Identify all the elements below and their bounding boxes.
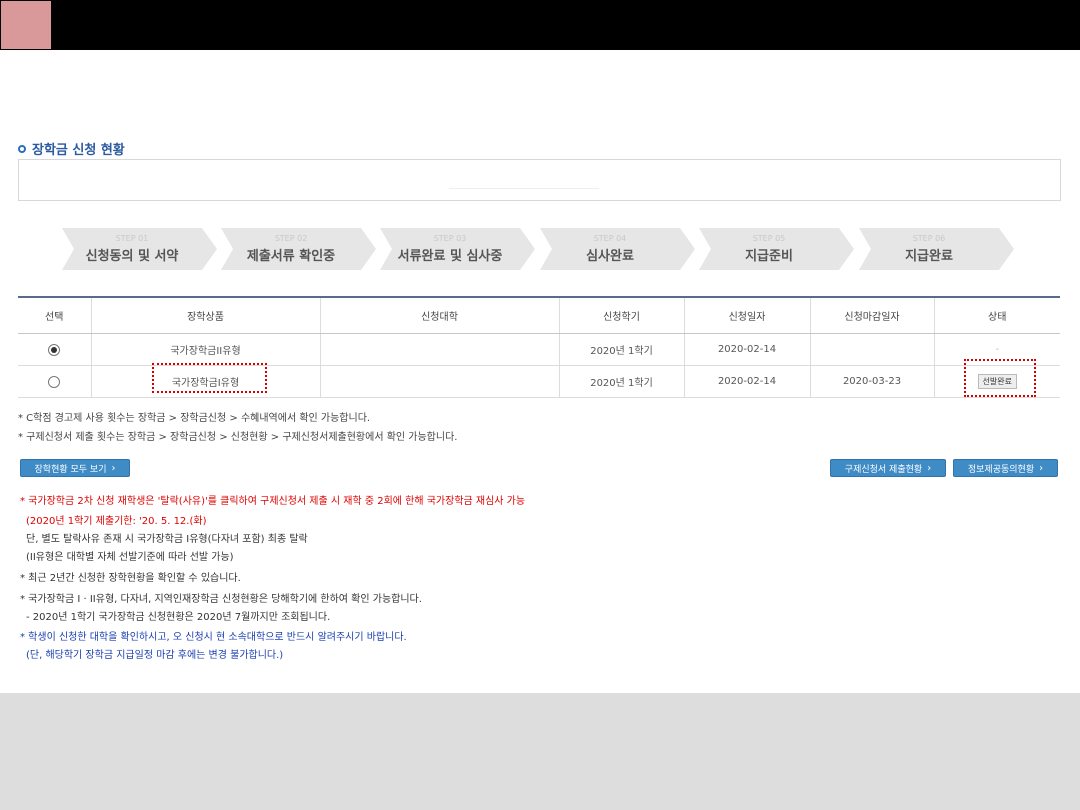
info-line: * 학생이 신청한 대학을 확인하시고, 오 신청시 현 소속대학으로 반드시 …	[20, 632, 407, 643]
info-line: - 2020년 1학기 국가장학금 신청현황은 2020년 7월까지만 조회됩니…	[26, 612, 331, 623]
info-line: * 국가장학금 2차 신청 재학생은 '탈락(사유)'를 클릭하여 구제신청서 …	[20, 496, 526, 507]
step-5: STEP 05 지급준비	[699, 228, 854, 270]
view-all-label: 장학현황 모두 보기	[34, 464, 107, 475]
info-box	[18, 159, 1061, 201]
row-select-radio[interactable]	[48, 375, 61, 388]
apply-date-cell: 2020-02-14	[683, 333, 810, 366]
step-2: STEP 02 제출서류 확인중	[221, 228, 376, 270]
step-4: STEP 04 심사완료	[540, 228, 695, 270]
relief-status-button[interactable]: 구제신청서 제출현황 ›	[830, 459, 946, 477]
info-line: (2020년 1학기 제출기한: '20. 5. 12.(화)	[26, 516, 207, 527]
column-header: 장학상품	[90, 296, 320, 334]
info-line: * 최근 2년간 신청한 장학현황을 확인할 수 있습니다.	[20, 573, 241, 584]
university-cell	[319, 365, 559, 398]
step-number: STEP 06	[912, 234, 946, 243]
info-line: 단, 별도 탈락사유 존재 시 국가장학금 I유형(다자녀 포함) 최종 탈락	[26, 534, 308, 545]
column-header: 신청학기	[558, 296, 684, 334]
row-select-radio[interactable]	[48, 343, 61, 356]
top-banner	[0, 0, 1080, 50]
info-consent-label: 정보제공동의현황	[967, 464, 1035, 475]
deadline-cell	[809, 333, 934, 366]
note-line: * 구제신청서 제출 횟수는 장학금 > 장학금신청 > 신청현황 > 구제신청…	[18, 432, 458, 443]
chevron-right-icon: ›	[927, 462, 932, 474]
step-number: STEP 01	[115, 234, 149, 243]
section-title: 장학금 신청 현황	[18, 139, 125, 158]
step-label: 지급완료	[905, 249, 953, 264]
semester-cell: 2020년 1학기	[558, 365, 684, 398]
semester-cell: 2020년 1학기	[558, 333, 684, 366]
footer-area	[0, 693, 1080, 810]
step-number: STEP 04	[593, 234, 627, 243]
step-label: 심사완료	[586, 249, 634, 264]
view-all-button[interactable]: 장학현황 모두 보기 ›	[20, 459, 130, 477]
chevron-right-icon: ›	[111, 462, 116, 474]
chevron-right-icon: ›	[1039, 462, 1044, 474]
step-progress: STEP 01 신청동의 및 서약 STEP 02 제출서류 확인중 STEP …	[62, 228, 1022, 270]
info-line: (단, 해당학기 장학금 지급일정 마감 후에는 변경 불가합니다.)	[26, 650, 284, 661]
status-text: -	[995, 344, 1000, 355]
section-title-text: 장학금 신청 현황	[32, 143, 125, 158]
relief-status-label: 구제신청서 제출현황	[844, 464, 923, 475]
info-consent-button[interactable]: 정보제공동의현황 ›	[953, 459, 1058, 477]
note-line: * C학점 경고제 사용 횟수는 장학금 > 장학금신청 > 수혜내역에서 확인…	[18, 413, 371, 424]
step-label: 제출서류 확인중	[246, 249, 336, 264]
step-number: STEP 03	[433, 234, 467, 243]
info-line: * 국가장학금 I · II유형, 다자녀, 지역인재장학금 신청현황은 당해학…	[20, 594, 422, 605]
column-header: 신청일자	[683, 296, 810, 334]
step-number: STEP 05	[752, 234, 786, 243]
column-header: 신청마감일자	[809, 296, 934, 334]
column-header: 신청대학	[319, 296, 559, 334]
info-line: (II유형은 대학별 자체 선발기준에 따라 선발 가능)	[26, 552, 234, 563]
step-label: 신청동의 및 서약	[85, 249, 179, 264]
deadline-cell: 2020-03-23	[809, 365, 934, 398]
column-header: 선택	[18, 296, 91, 334]
brand-block	[1, 1, 51, 49]
highlight-status	[964, 359, 1036, 397]
apply-date-cell: 2020-02-14	[683, 365, 810, 398]
step-6: STEP 06 지급완료	[859, 228, 1014, 270]
step-1: STEP 01 신청동의 및 서약	[62, 228, 217, 270]
step-label: 지급준비	[745, 249, 793, 264]
table-header-row: 선택 장학상품 신청대학 신청학기 신청일자 신청마감일자 상태	[18, 296, 1060, 334]
bullet-circle-icon	[18, 144, 26, 153]
highlight-product	[152, 363, 267, 393]
step-label: 서류완료 및 심사중	[397, 249, 503, 264]
product-cell: 국가장학금II유형	[90, 333, 320, 366]
university-cell	[319, 333, 559, 366]
step-3: STEP 03 서류완료 및 심사중	[380, 228, 535, 270]
step-number: STEP 02	[274, 234, 308, 243]
column-header: 상태	[933, 296, 1060, 334]
table-row: 국가장학금II유형 2020년 1학기 2020-02-14 -	[18, 333, 1060, 366]
